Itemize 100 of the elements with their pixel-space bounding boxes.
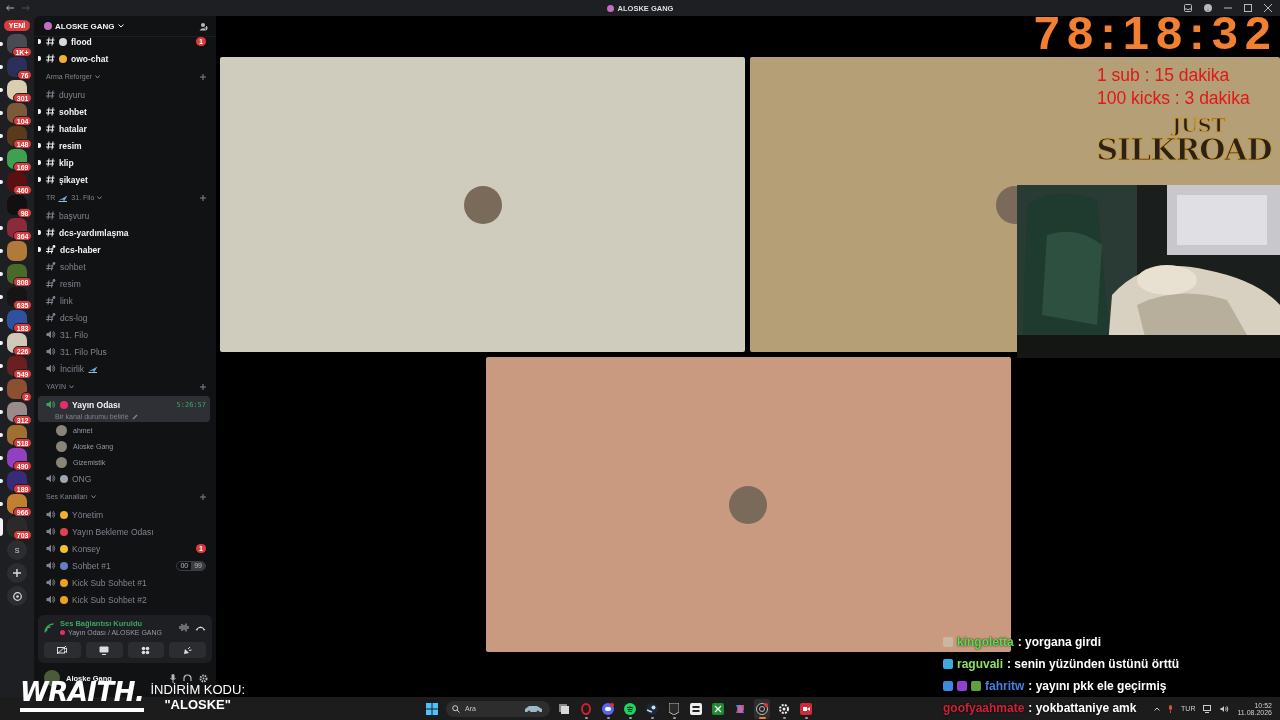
channel-item[interactable]: dcs-log — [46, 312, 206, 323]
channel-item[interactable]: 31. Filo — [46, 329, 206, 340]
hash-icon — [46, 175, 55, 184]
speaker-icon — [46, 578, 56, 587]
channel-item[interactable]: ONG — [46, 473, 206, 484]
chat-app-icon — [602, 702, 615, 715]
channel-item[interactable]: sohbet — [46, 261, 206, 272]
add-member-icon — [199, 21, 208, 31]
hash-icon — [46, 141, 55, 150]
chat-username: raguvali — [957, 657, 1004, 671]
thread-hash-icon — [46, 313, 56, 322]
microphone-icon — [170, 673, 176, 683]
channel-item[interactable]: flood — [46, 37, 194, 47]
channel-item[interactable]: duyuru — [46, 89, 206, 100]
server-icon[interactable] — [7, 517, 27, 537]
camera-button[interactable] — [44, 642, 81, 658]
server-icon[interactable] — [7, 471, 27, 491]
hash-icon — [46, 90, 55, 99]
back-arrow-icon — [6, 5, 14, 11]
waveform-icon — [179, 623, 189, 632]
server-icon[interactable] — [7, 448, 27, 468]
server-icon — [44, 22, 52, 30]
channel-item[interactable]: Yayın Bekleme Odası — [46, 526, 206, 537]
server-icon — [606, 4, 614, 12]
server-icon[interactable] — [7, 333, 27, 353]
plus-icon — [200, 493, 206, 500]
channel-item[interactable]: owo-chat — [46, 53, 206, 64]
channel-item[interactable]: Konsey — [46, 543, 194, 554]
plus-icon — [200, 73, 206, 80]
thread-hash-icon — [46, 262, 56, 271]
channel-item[interactable]: Yönetim — [46, 509, 206, 520]
server-icon[interactable] — [7, 310, 27, 330]
server-icon[interactable] — [7, 57, 27, 77]
pencil-icon — [131, 413, 138, 420]
promo-label: İNDİRİM KODU: — [150, 682, 245, 697]
search-icon — [452, 704, 461, 713]
channel-item[interactable]: resim — [46, 278, 206, 289]
server-icon[interactable] — [7, 218, 27, 238]
rule-text: 100 kicks : 3 dakika — [1097, 87, 1250, 110]
channel-item[interactable]: hatalar — [46, 123, 206, 134]
add-server-button[interactable] — [7, 563, 27, 583]
channel-item[interactable]: 31. Filo Plus — [46, 346, 206, 357]
close-icon — [1264, 4, 1272, 12]
channel-item[interactable]: link — [46, 295, 206, 306]
server-icon[interactable] — [7, 494, 27, 514]
camera-icon — [800, 702, 813, 715]
discover-button[interactable] — [7, 586, 27, 606]
avatar — [729, 485, 767, 524]
server-icon[interactable] — [7, 103, 27, 123]
camera-off-icon — [57, 646, 68, 654]
activity-icon — [141, 645, 151, 655]
plus-icon — [200, 383, 206, 390]
server-icon[interactable] — [7, 425, 27, 445]
video-tile[interactable] — [220, 57, 745, 352]
volume-icon — [1220, 704, 1230, 713]
channel-item[interactable]: Kick Sub Sohbet #2 — [46, 594, 206, 605]
server-icon[interactable] — [7, 172, 27, 192]
server-icon[interactable] — [7, 402, 27, 422]
stacked-squares-icon — [558, 702, 571, 715]
windows-logo-icon — [426, 702, 439, 715]
server-icon[interactable] — [7, 356, 27, 376]
thread-hash-icon — [46, 245, 56, 254]
soundboard-button[interactable] — [169, 642, 206, 658]
server-icon[interactable] — [7, 80, 27, 100]
server-icon[interactable] — [7, 264, 27, 284]
hangup-icon — [195, 624, 206, 631]
channel-item[interactable]: İncirlik — [46, 363, 206, 374]
chat-message: : yorgana girdi — [1017, 635, 1101, 649]
speaker-icon — [46, 330, 56, 339]
chat-message: : yayını pkk ele geçirmiş — [1028, 679, 1167, 693]
channel-item[interactable]: resim — [46, 140, 206, 151]
channel-item[interactable]: klip — [46, 157, 206, 168]
server-name[interactable]: ALOSKE GANG — [44, 21, 124, 31]
game-launcher-icon — [646, 702, 659, 715]
rule-text: 1 sub : 15 dakika — [1097, 64, 1231, 87]
hash-icon — [46, 124, 55, 133]
speaker-icon — [46, 347, 56, 356]
server-icon[interactable] — [7, 195, 27, 215]
channel-item[interactable]: Sohbet #1 — [46, 560, 174, 571]
chevron-up-icon — [1154, 706, 1161, 711]
channel-item[interactable]: şikayet — [46, 174, 206, 185]
server-icon[interactable] — [7, 126, 27, 146]
channel-item[interactable]: dcs-yardımlaşma — [46, 227, 206, 238]
channel-item[interactable]: başvuru — [46, 210, 206, 221]
server-icon[interactable] — [7, 149, 27, 169]
plus-icon — [13, 569, 21, 577]
ring-icon — [580, 702, 593, 715]
plus-icon — [200, 194, 206, 201]
activity-button[interactable] — [127, 642, 165, 658]
channel-item[interactable]: Kick Sub Sohbet #1 — [46, 577, 206, 588]
inbox-icon — [1184, 4, 1192, 12]
hash-icon — [46, 228, 55, 237]
channel-item[interactable]: dcs-haber — [46, 244, 206, 255]
channel-item[interactable]: Yayın Odası — [46, 399, 174, 410]
record-icon — [756, 702, 769, 715]
avatar — [463, 185, 502, 224]
taskbar-app[interactable] — [754, 698, 771, 719]
screen-share-button[interactable] — [85, 642, 123, 658]
channel-item[interactable]: sohbet — [46, 106, 206, 117]
server-icon[interactable] — [7, 287, 27, 307]
